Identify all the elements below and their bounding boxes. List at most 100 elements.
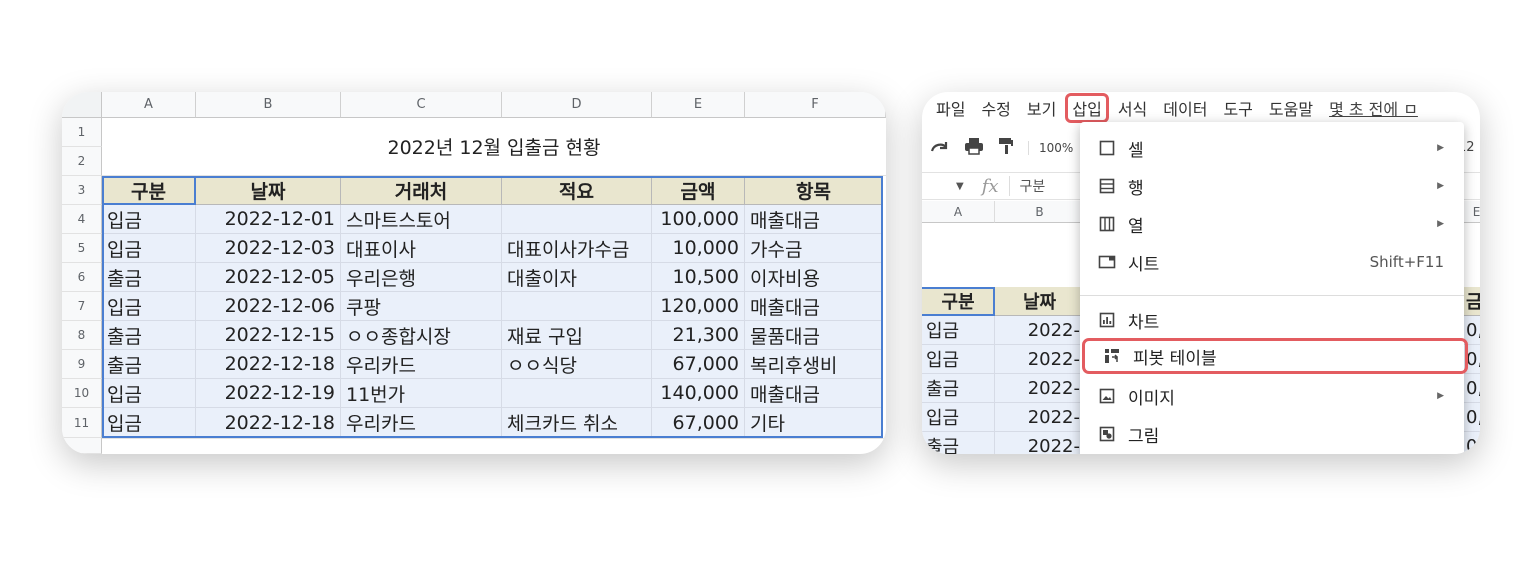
cell-type[interactable]: 입금 [102, 408, 196, 438]
cell-date[interactable]: 2022-12-18 [196, 350, 341, 379]
menu-view[interactable]: 보기 [1027, 96, 1056, 120]
cell-amount[interactable]: 120,000 [652, 292, 745, 321]
menu-item-chart[interactable]: 차트 [1080, 302, 1464, 338]
column-header-e[interactable]: E [1462, 201, 1480, 223]
row-header-7[interactable]: 7 [62, 292, 102, 321]
header-cell-amount[interactable]: 금액 [652, 176, 745, 205]
row-header-2[interactable]: 2 [62, 147, 102, 176]
cell-memo[interactable]: 대출이자 [502, 263, 652, 292]
cell-type[interactable]: 입금 [922, 345, 995, 374]
select-all-corner[interactable] [62, 92, 102, 118]
cell-vendor[interactable]: 대표이사 [341, 234, 502, 263]
cell-amount[interactable]: 10,500 [652, 263, 745, 292]
menu-item-drawing[interactable]: 그림 [1080, 416, 1464, 452]
cell-category[interactable]: 가수금 [745, 234, 883, 263]
cell-amount[interactable]: 67,000 [652, 350, 745, 379]
cell-date[interactable]: 2022- [995, 432, 1085, 454]
cell-category[interactable]: 이자비용 [745, 263, 883, 292]
column-header-b[interactable]: B [995, 201, 1085, 223]
cell-memo[interactable] [502, 379, 652, 408]
cell-type[interactable]: 입금 [102, 292, 196, 321]
cell-amount[interactable]: 100,000 [652, 205, 745, 234]
column-header-b[interactable]: B [196, 92, 341, 118]
formula-input[interactable]: 구분 [1008, 176, 1045, 196]
cell-memo[interactable]: 체크카드 취소 [502, 408, 652, 438]
column-header-f[interactable]: F [745, 92, 886, 118]
cell-type[interactable]: 출금 [102, 321, 196, 350]
row-header-11[interactable]: 11 [62, 408, 102, 438]
menu-help[interactable]: 도움말 [1269, 96, 1313, 120]
cell-type[interactable]: 입금 [102, 205, 196, 234]
cell-date[interactable]: 2022-12-15 [196, 321, 341, 350]
last-edit-link[interactable]: 몇 초 전에 ㅁ [1329, 96, 1418, 120]
menu-item-image[interactable]: 이미지 ▶ [1080, 378, 1464, 414]
cell-type[interactable]: 출금 [102, 350, 196, 379]
cell-category[interactable]: 매출대금 [745, 205, 883, 234]
print-icon[interactable] [964, 137, 984, 159]
cell-date[interactable]: 2022- [995, 345, 1085, 374]
cell-memo[interactable]: ㅇㅇ식당 [502, 350, 652, 379]
cell-date[interactable]: 2022-12-01 [196, 205, 341, 234]
cell-type[interactable]: 출금 [102, 263, 196, 292]
column-header-c[interactable]: C [341, 92, 502, 118]
cell-category[interactable]: 기타 [745, 408, 883, 438]
menu-format[interactable]: 서식 [1118, 96, 1147, 120]
menu-data[interactable]: 데이터 [1163, 96, 1207, 120]
cell-type[interactable]: 출금 [922, 374, 995, 403]
cell-vendor[interactable]: ㅇㅇ종합시장 [341, 321, 502, 350]
menu-tools[interactable]: 도구 [1223, 96, 1252, 120]
cell-amount[interactable]: 0, [1462, 374, 1480, 403]
row-header-8[interactable]: 8 [62, 321, 102, 350]
cell-memo[interactable] [502, 292, 652, 321]
row-header-1[interactable]: 1 [62, 118, 102, 147]
menu-item-sheet[interactable]: 시트 Shift+F11 [1080, 244, 1464, 280]
cell-date[interactable]: 2022- [995, 403, 1085, 432]
cell-date[interactable]: 2022- [995, 374, 1085, 403]
redo-icon[interactable] [930, 139, 950, 158]
name-box-dropdown-icon[interactable]: ▼ [956, 181, 964, 192]
cell-category[interactable]: 매출대금 [745, 379, 883, 408]
cell-vendor[interactable]: 스마트스토어 [341, 205, 502, 234]
menu-item-pivot-table[interactable]: 피봇 테이블 [1082, 338, 1468, 374]
cell-date[interactable]: 2022-12-19 [196, 379, 341, 408]
cell-vendor[interactable]: 우리카드 [341, 408, 502, 438]
row-header-5[interactable]: 5 [62, 234, 102, 263]
cell-type[interactable]: 입금 [922, 403, 995, 432]
cell-category[interactable]: 물품대금 [745, 321, 883, 350]
cell-type[interactable]: 출금 [922, 432, 995, 454]
row-header-12[interactable] [62, 438, 102, 454]
header-cell-date[interactable]: 날짜 [995, 287, 1085, 316]
cell-date[interactable]: 2022-12-18 [196, 408, 341, 438]
column-header-e[interactable]: E [652, 92, 745, 118]
header-cell-category[interactable]: 항목 [745, 176, 883, 205]
header-cell-memo[interactable]: 적요 [502, 176, 652, 205]
cell-type[interactable]: 입금 [922, 316, 995, 345]
zoom-select[interactable]: 100% [1028, 141, 1073, 155]
menu-item-row[interactable]: 행 ▶ [1080, 168, 1464, 204]
cell-memo[interactable]: 대표이사가수금 [502, 234, 652, 263]
cell-vendor[interactable]: 우리은행 [341, 263, 502, 292]
cell-amount[interactable]: 21,300 [652, 321, 745, 350]
menu-insert[interactable]: 삽입 [1065, 93, 1109, 123]
cell-type[interactable]: 입금 [102, 234, 196, 263]
cell-date[interactable]: 2022-12-05 [196, 263, 341, 292]
cell-memo[interactable] [502, 205, 652, 234]
header-cell-amount[interactable]: 금 [1462, 287, 1480, 316]
row-header-9[interactable]: 9 [62, 350, 102, 379]
header-cell-vendor[interactable]: 거래처 [341, 176, 502, 205]
cell-vendor[interactable]: 쿠팡 [341, 292, 502, 321]
cell-amount[interactable]: 10,000 [652, 234, 745, 263]
column-header-a[interactable]: A [922, 201, 995, 223]
cell-amount[interactable]: 0, [1462, 432, 1480, 454]
cell-category[interactable]: 복리후생비 [745, 350, 883, 379]
cell-category[interactable]: 매출대금 [745, 292, 883, 321]
cell-amount[interactable]: 67,000 [652, 408, 745, 438]
cell-amount[interactable]: 0, [1462, 403, 1480, 432]
cell-vendor[interactable]: 11번가 [341, 379, 502, 408]
row-header-4[interactable]: 4 [62, 205, 102, 234]
cell-vendor[interactable]: 우리카드 [341, 350, 502, 379]
menu-item-cell[interactable]: 셀 ▶ [1080, 130, 1464, 166]
row-header-6[interactable]: 6 [62, 263, 102, 292]
row-header-3[interactable]: 3 [62, 176, 102, 205]
header-cell-date[interactable]: 날짜 [196, 176, 341, 205]
